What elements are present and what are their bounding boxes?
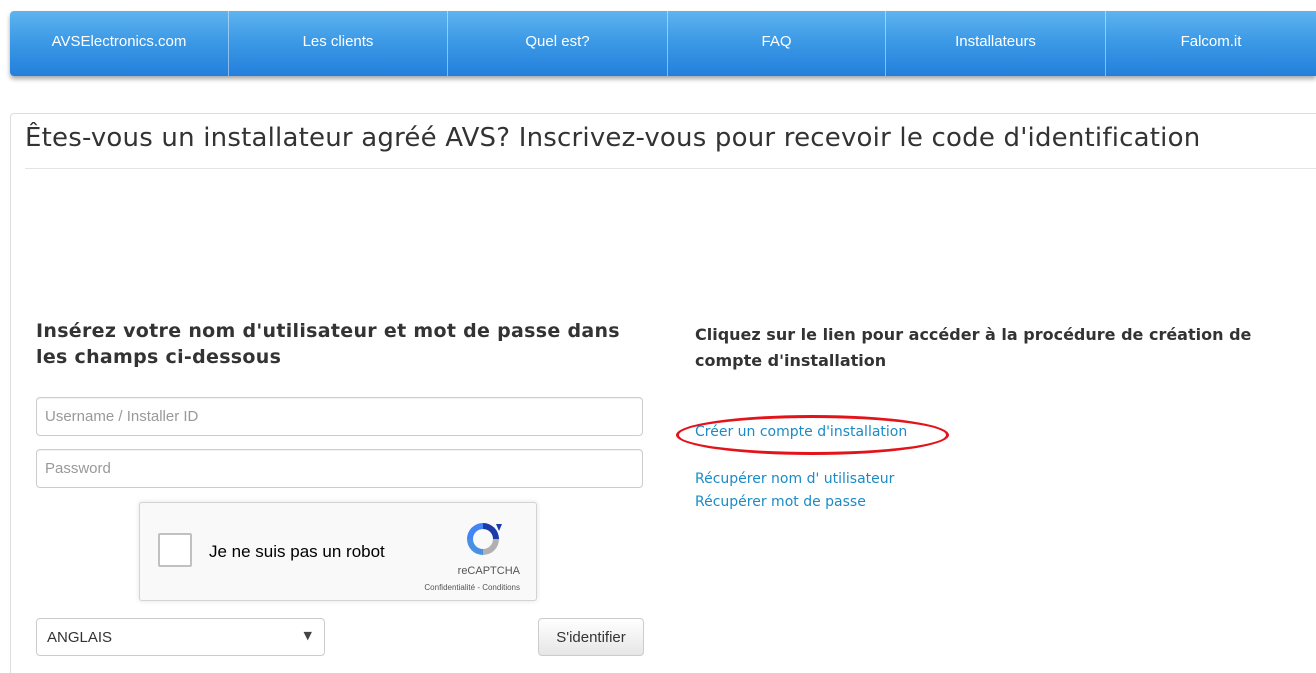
nav-item-installateurs[interactable]: Installateurs bbox=[886, 11, 1106, 76]
create-account-link[interactable]: Créer un compte d'installation bbox=[695, 424, 907, 440]
captcha-checkbox[interactable] bbox=[158, 533, 192, 567]
top-navbar: AVSElectronics.com Les clients Quel est?… bbox=[10, 11, 1316, 76]
title-divider bbox=[25, 168, 1316, 169]
nav-item-falcom[interactable]: Falcom.it bbox=[1106, 11, 1316, 76]
chevron-down-icon: ▼ bbox=[303, 629, 312, 642]
recover-username-link[interactable]: Récupérer nom d' utilisateur bbox=[695, 471, 894, 487]
nav-item-les-clients[interactable]: Les clients bbox=[229, 11, 448, 76]
captcha-label: Je ne suis pas un robot bbox=[209, 542, 385, 561]
recaptcha-logo-icon bbox=[467, 523, 502, 555]
username-input[interactable] bbox=[36, 397, 643, 436]
language-select[interactable]: ANGLAIS ▼ bbox=[36, 618, 325, 656]
recaptcha-widget: Je ne suis pas un robot reCAPTCHA Confid… bbox=[139, 502, 537, 601]
login-heading: Insérez votre nom d'utilisateur et mot d… bbox=[36, 320, 620, 368]
nav-item-faq[interactable]: FAQ bbox=[668, 11, 886, 76]
nav-item-quel-est[interactable]: Quel est? bbox=[448, 11, 668, 76]
account-heading: Cliquez sur le lien pour accéder à la pr… bbox=[695, 325, 1252, 370]
language-select-value: ANGLAIS bbox=[47, 629, 113, 646]
page-title: Êtes-vous un installateur agréé AVS? Ins… bbox=[25, 123, 1201, 153]
recaptcha-brand: reCAPTCHA bbox=[457, 565, 520, 577]
recover-password-link[interactable]: Récupérer mot de passe bbox=[695, 494, 866, 510]
login-button[interactable]: S'identifier bbox=[538, 618, 644, 656]
password-input[interactable] bbox=[36, 449, 643, 488]
nav-item-avselectronics[interactable]: AVSElectronics.com bbox=[10, 11, 229, 76]
recaptcha-privacy-terms[interactable]: Confidentialité - Conditions bbox=[424, 583, 520, 592]
